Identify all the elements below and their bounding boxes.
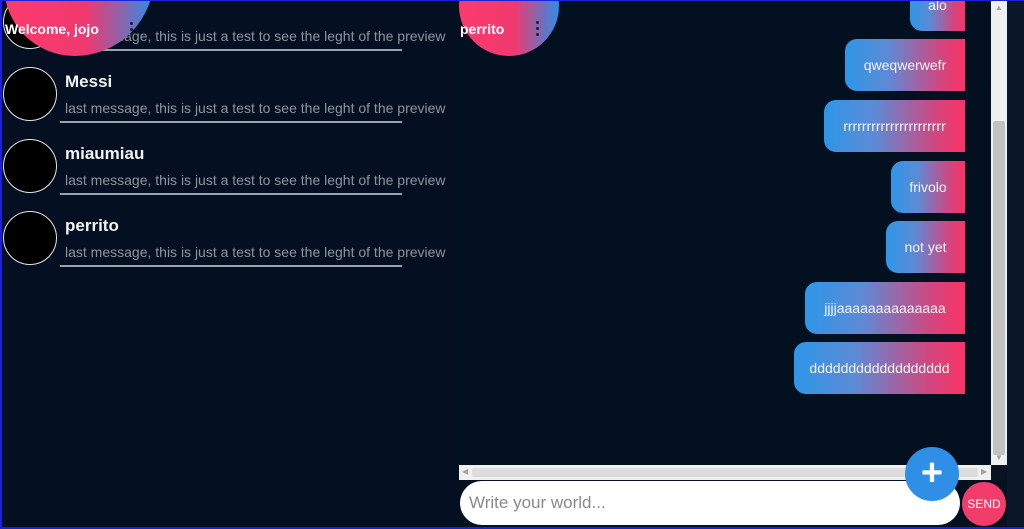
more-options-icon[interactable] xyxy=(534,21,540,39)
contact-preview: last message, this is just a test to see… xyxy=(65,172,446,188)
contact-item-miaumiau[interactable]: miaumiau last message, this is just a te… xyxy=(2,139,459,211)
message-bubble: frivolo xyxy=(891,161,965,213)
message-text: jjjjaaaaaaaaaaaaaa xyxy=(824,300,946,316)
contact-name: perrito xyxy=(65,216,119,235)
divider xyxy=(60,193,402,195)
message-text: qweqwerwefr xyxy=(863,57,947,73)
message-bubble: rrrrrrrrrrrrrrrrrrrrrr xyxy=(824,100,965,152)
scroll-down-icon[interactable]: ▼ xyxy=(995,453,1003,462)
send-button[interactable]: SEND xyxy=(962,482,1006,526)
message-text: frivolo xyxy=(909,179,947,195)
message-bubble: not yet xyxy=(886,221,965,273)
scroll-up-icon[interactable]: ▲ xyxy=(995,3,1003,12)
divider xyxy=(60,121,402,123)
welcome-text: Welcome, jojo xyxy=(5,21,99,37)
contact-name: Messi xyxy=(65,72,113,91)
scroll-left-icon[interactable]: ◀ xyxy=(462,467,468,476)
scroll-right-icon[interactable]: ▶ xyxy=(981,467,987,476)
more-options-icon[interactable] xyxy=(128,22,134,40)
contact-name: miaumiau xyxy=(65,144,145,163)
contact-preview: last message, this is just a test to see… xyxy=(65,244,446,260)
avatar xyxy=(3,67,57,121)
add-button[interactable]: + xyxy=(905,447,959,501)
scrollbar-thumb[interactable] xyxy=(472,468,978,477)
chat-title: perrito xyxy=(460,21,505,37)
message-bubble: qweqwerwefr xyxy=(845,39,965,91)
message-text: rrrrrrrrrrrrrrrrrrrrrr xyxy=(843,118,946,134)
avatar xyxy=(3,139,57,193)
scrollbar-thumb[interactable] xyxy=(993,121,1005,455)
message-text: dddddddddddddddddd xyxy=(809,360,950,376)
message-bubble: dddddddddddddddddd xyxy=(794,342,965,394)
divider xyxy=(60,265,402,267)
divider xyxy=(60,49,402,51)
contact-item-messi[interactable]: Messi last message, this is just a test … xyxy=(2,67,459,139)
message-bubble: alo xyxy=(910,1,965,31)
vertical-scrollbar[interactable]: ▲ ▼ xyxy=(991,1,1007,465)
avatar xyxy=(3,211,57,265)
message-text: not yet xyxy=(904,239,947,255)
chat-panel: alo qweqwerwefr rrrrrrrrrrrrrrrrrrrrrr f… xyxy=(459,1,991,465)
contacts-panel: last message, this is just a test to see… xyxy=(2,1,459,527)
message-bubble: jjjjaaaaaaaaaaaaaa xyxy=(805,282,965,334)
message-text: alo xyxy=(928,1,947,13)
message-input[interactable] xyxy=(460,481,960,525)
contact-item-perrito[interactable]: perrito last message, this is just a tes… xyxy=(2,211,459,283)
window-edge xyxy=(1007,1,1024,527)
contact-preview: last message, this is just a test to see… xyxy=(65,100,446,116)
